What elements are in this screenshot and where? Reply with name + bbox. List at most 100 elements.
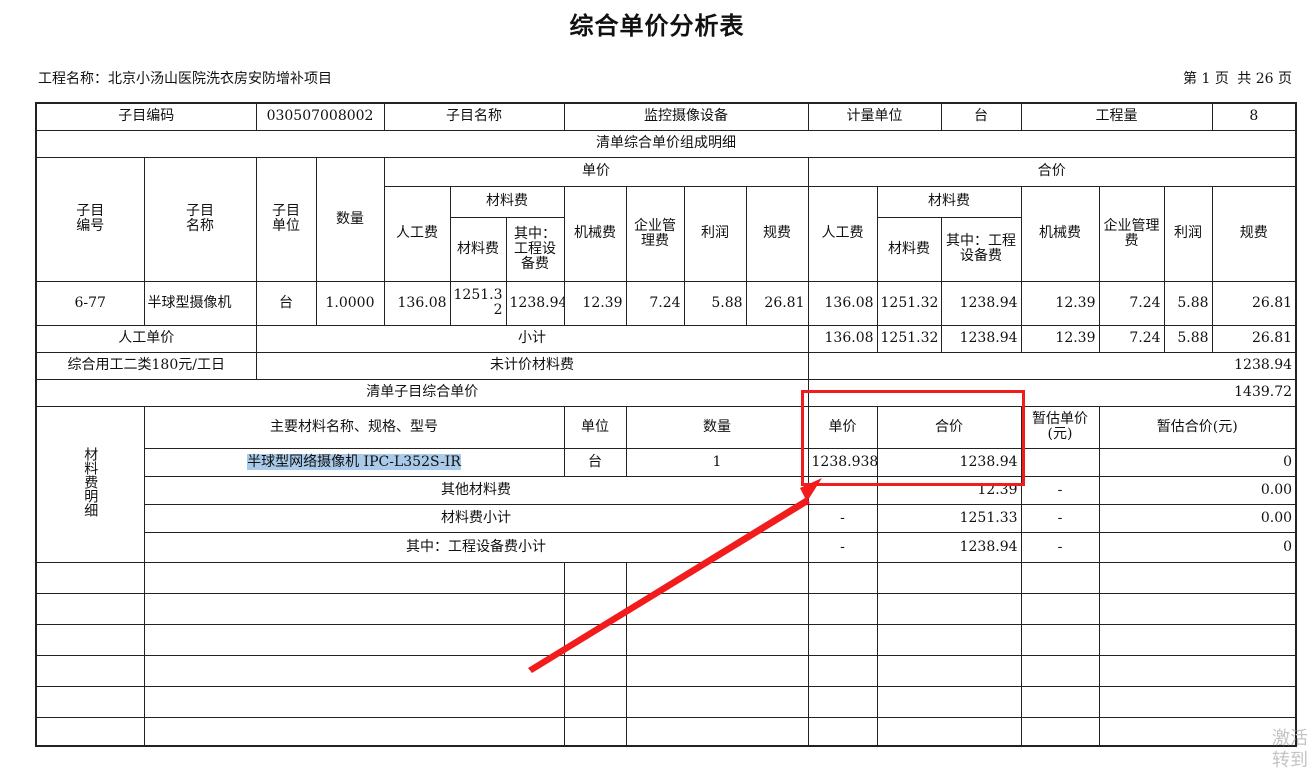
empty-row	[35, 716, 1297, 747]
labor-price-label: 人工单价	[35, 324, 257, 353]
header-sub-code: 子目编号	[35, 156, 145, 282]
name-value: 监控摄像设备	[563, 102, 809, 131]
material-subtotal-total: 1251.33	[876, 503, 1022, 533]
material-price-header: 单价	[807, 405, 878, 449]
subtotal-label: 小计	[255, 324, 809, 353]
item-header-row: 子目编码 030507008002 子目名称 监控摄像设备 计量单位 台 工程量…	[35, 102, 1297, 131]
header-material: 材料费	[449, 185, 565, 218]
header-equip: 其中：工程设备费	[505, 216, 565, 282]
row-fees: 26.81	[745, 280, 809, 326]
material-est-price	[1020, 447, 1100, 477]
header-total-labor: 人工费	[807, 185, 878, 282]
material-row: 其他材料费 12.39 - 0.00	[36, 475, 1297, 505]
material-detail-text: 材料费明细	[82, 447, 99, 517]
material-subtotal-est-total: 0.00	[1098, 503, 1297, 533]
row-code: 6-77	[35, 280, 145, 326]
row-total-profit: 5.88	[1163, 280, 1213, 326]
row-mgmt: 7.24	[625, 280, 685, 326]
material-subtotal-price: -	[807, 503, 878, 533]
material-other-est-price: -	[1020, 475, 1100, 505]
material-other-total: 12.39	[876, 475, 1022, 505]
code-value: 030507008002	[255, 102, 385, 131]
empty-row	[35, 623, 1297, 656]
row-total-material: 1251.32	[876, 280, 942, 326]
qty-label: 工程量	[1020, 102, 1213, 131]
header-fees: 规费	[745, 185, 809, 282]
page-current: 第 1 页	[1183, 71, 1229, 87]
header-total-machine: 机械费	[1020, 185, 1100, 282]
header-sub-unit: 子目单位	[255, 156, 317, 282]
material-row: 材料费小计 - 1251.33 - 0.00	[36, 503, 1297, 533]
row-profit: 5.88	[683, 280, 747, 326]
row-qty: 1.0000	[315, 280, 385, 326]
unit-label: 计量单位	[807, 102, 942, 131]
subtotal-mgmt: 7.24	[1098, 324, 1165, 353]
header-quantity: 数量	[315, 156, 385, 282]
header-total-price: 合价	[807, 156, 1297, 187]
row-labor: 136.08	[383, 280, 451, 326]
material-other-est-total: 0.00	[1098, 475, 1297, 505]
detail-row: 6-77 半球型摄像机 台 1.0000 136.08 1251.32 1238…	[35, 280, 1297, 326]
empty-row	[35, 592, 1297, 625]
row-total-fees: 26.81	[1211, 280, 1297, 326]
subtotal-row: 人工单价 小计 136.08 1251.32 1238.94 12.39 7.2…	[35, 324, 1297, 353]
page-info: 第 1 页 共 26 页	[1100, 68, 1292, 88]
material-other-label: 其他材料费	[143, 475, 809, 505]
row-total-machine: 12.39	[1020, 280, 1100, 326]
subtotal-fees: 26.81	[1211, 324, 1297, 353]
project-name: 工程名称：北京小汤山医院洗衣房安防增补项目	[38, 71, 332, 87]
subtotal-equip: 1238.94	[940, 324, 1022, 353]
material-detail-label: 材料费明细	[35, 405, 145, 563]
header-machine: 机械费	[563, 185, 627, 282]
subtotal-machine: 12.39	[1020, 324, 1100, 353]
row-total-equip: 1238.94	[940, 280, 1022, 326]
header-total-mgmt: 企业管理费	[1098, 185, 1165, 282]
composite-value: 1439.72	[807, 378, 1297, 407]
material-total: 1238.94	[876, 447, 1022, 477]
equip-subtotal-label: 其中：工程设备费小计	[143, 531, 809, 563]
material-qty: 1	[625, 447, 809, 477]
material-est-total-header: 暂估合价(元)	[1098, 405, 1297, 449]
header-total-material: 材料费	[876, 185, 1022, 218]
activation-watermark: 激活 转到	[1272, 728, 1308, 771]
code-label: 子目编码	[35, 102, 257, 131]
subtotal-labor: 136.08	[807, 324, 878, 353]
material-est-total: 0	[1098, 447, 1297, 477]
row-material: 1251.32	[449, 280, 507, 326]
header-labor: 人工费	[383, 185, 451, 282]
unit-price-analysis-table: 子目编码 030507008002 子目名称 监控摄像设备 计量单位 台 工程量…	[35, 102, 1298, 747]
header-total-fees: 规费	[1211, 185, 1297, 282]
header-total-profit: 利润	[1163, 185, 1213, 282]
equip-subtotal-est-total: 0	[1098, 531, 1297, 563]
qty-value: 8	[1211, 102, 1297, 131]
header-unit-price: 单价	[383, 156, 809, 187]
unpriced-material-value: 1238.94	[807, 351, 1297, 380]
row-name: 半球型摄像机	[143, 280, 257, 326]
material-other-price	[807, 475, 878, 505]
page-title: 综合单价分析表	[569, 12, 745, 40]
equip-subtotal-est-price: -	[1020, 531, 1100, 563]
material-subtotal-est-price: -	[1020, 503, 1100, 533]
unpriced-material-label: 未计价材料费	[255, 351, 809, 380]
row-machine: 12.39	[563, 280, 627, 326]
unit-value: 台	[940, 102, 1022, 131]
material-name-selected[interactable]: 半球型网络摄像机 IPC-L352S-IR	[247, 453, 461, 470]
material-name-header: 主要材料名称、规格、型号	[143, 405, 565, 449]
material-qty-header: 数量	[625, 405, 809, 449]
equip-subtotal-price: -	[807, 531, 878, 563]
empty-row	[35, 654, 1297, 687]
header-material-fee: 材料费	[449, 216, 507, 282]
material-total-header: 合价	[876, 405, 1022, 449]
material-subtotal-label: 材料费小计	[143, 503, 809, 533]
row-unit: 台	[255, 280, 317, 326]
header-profit: 利润	[683, 185, 747, 282]
subtotal-material: 1251.32	[876, 324, 942, 353]
name-label: 子目名称	[383, 102, 565, 131]
material-row: 其中：工程设备费小计 - 1238.94 - 0	[36, 531, 1297, 563]
material-unit-header: 单位	[563, 405, 627, 449]
empty-row	[35, 685, 1297, 718]
material-row: 半球型网络摄像机 IPC-L352S-IR 台 1 1238.938 1238.…	[36, 447, 1297, 477]
equip-subtotal-total: 1238.94	[876, 531, 1022, 563]
material-name-cell: 半球型网络摄像机 IPC-L352S-IR	[143, 447, 565, 477]
composite-label: 清单子目综合单价	[35, 378, 809, 407]
